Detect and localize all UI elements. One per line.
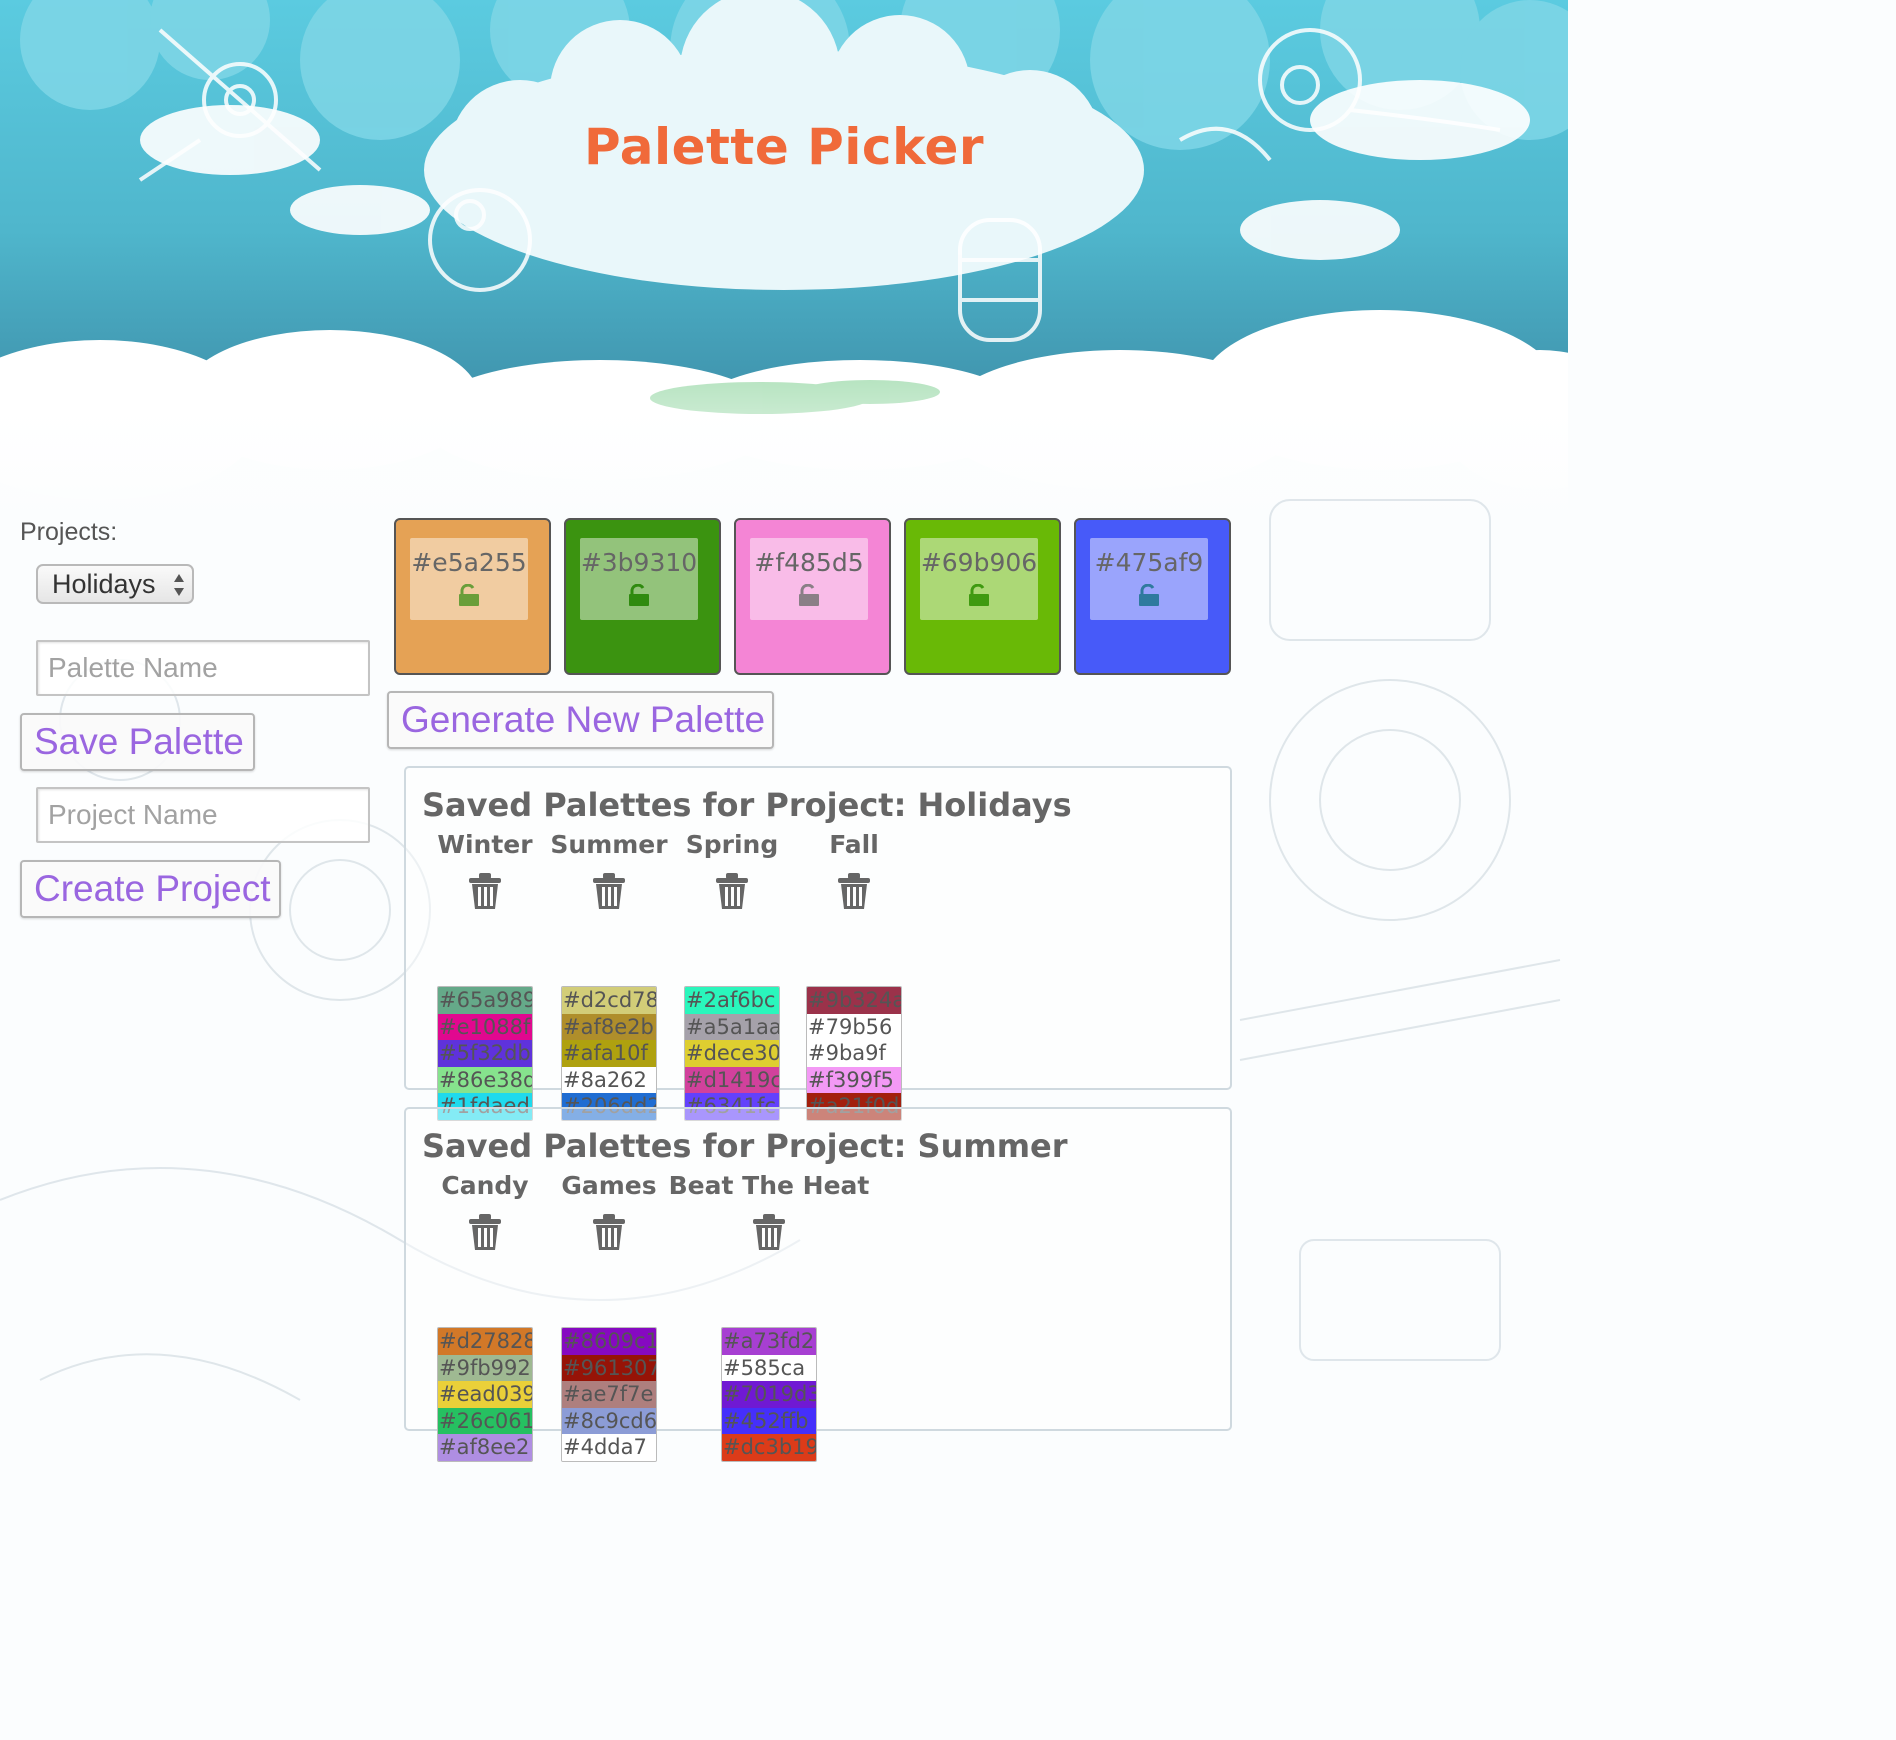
saved-palette-name: Games (561, 1171, 657, 1200)
swatch-label-box: #e5a255 (410, 538, 528, 620)
project-select-value: Holidays (52, 569, 156, 599)
saved-palette-name: Candy (441, 1171, 529, 1200)
mini-palette-color[interactable]: #4dda7 (562, 1434, 656, 1461)
mini-palette-color[interactable]: #dc3b19 (722, 1434, 816, 1461)
save-palette-button[interactable]: Save Palette (20, 713, 255, 771)
project-panel-holidays: Saved Palettes for Project: Holidays Win… (404, 766, 1232, 1121)
mini-palette: #d27828 #9fb992 #ead039 #26c061 #af8ee2 (437, 1327, 533, 1462)
swatch-label-box: #3b9310 (580, 538, 698, 620)
color-swatch-5[interactable]: #475af9 (1074, 518, 1231, 675)
generate-palette-button[interactable]: Generate New Palette (387, 691, 774, 749)
mini-palette-color[interactable]: #afa10f (562, 1040, 656, 1067)
mini-palette-color[interactable]: #9ba9f (807, 1040, 901, 1067)
mini-palette: #8609c1 #961307 #ae7f7e #8c9cd6 #4dda7 (561, 1327, 657, 1462)
mini-palette-color[interactable]: #961307 (562, 1354, 656, 1381)
mini-palette-color[interactable]: #8a262 (562, 1066, 656, 1093)
project-panel-title: Saved Palettes for Project: Holidays (422, 786, 1072, 824)
select-arrows-icon (174, 574, 184, 596)
mini-palette-color[interactable]: #8c9cd6 (562, 1407, 656, 1434)
mini-palette-color[interactable]: #af8e2b (562, 1013, 656, 1040)
page-title: Palette Picker (583, 118, 985, 176)
mini-palette-color[interactable]: #65a989 (438, 987, 532, 1014)
saved-palette-name: Winter (437, 830, 533, 859)
unlock-icon[interactable] (458, 584, 480, 606)
unlock-icon[interactable] (628, 584, 650, 606)
color-swatch-4[interactable]: #69b906 (904, 518, 1061, 675)
swatch-hex: #e5a255 (411, 548, 527, 577)
header-cloud-art (0, 0, 1568, 520)
mini-palette-color[interactable]: #26c061 (438, 1407, 532, 1434)
mini-palette-color[interactable]: #a73fd2 (722, 1328, 816, 1355)
header-banner (0, 0, 1568, 520)
trash-icon[interactable] (714, 872, 750, 910)
swatch-label-box: #f485d5 (750, 538, 868, 620)
mini-palette-color[interactable]: #ae7f7e (562, 1381, 656, 1408)
mini-palette: #65a989 #e1088f #5f32db #86e38d #1fdaed (437, 986, 533, 1121)
mini-palette-color[interactable]: #2af6bc (685, 987, 779, 1014)
mini-palette-color[interactable]: #9b324a (807, 987, 901, 1014)
mini-palette: #2af6bc #a5a1aa #dece30 #d1419c #6341fc (684, 986, 780, 1121)
mini-palette-color[interactable]: #8609c1 (562, 1328, 656, 1355)
saved-palette-name: Beat The Heat (668, 1171, 870, 1200)
unlock-icon[interactable] (798, 584, 820, 606)
mini-palette-color[interactable]: #d1419c (685, 1066, 779, 1093)
mini-palette-color[interactable]: #79b56 (807, 1013, 901, 1040)
mini-palette-color[interactable]: #f399f5 (807, 1066, 901, 1093)
mini-palette-color[interactable]: #ead039 (438, 1381, 532, 1408)
color-swatch-2[interactable]: #3b9310 (564, 518, 721, 675)
mini-palette-color[interactable]: #7019d3 (722, 1381, 816, 1408)
project-panel-summer: Saved Palettes for Project: Summer Candy… (404, 1107, 1232, 1462)
mini-palette-color[interactable]: #585ca (722, 1354, 816, 1381)
color-swatch-1[interactable]: #e5a255 (394, 518, 551, 675)
project-panel-title: Saved Palettes for Project: Summer (422, 1127, 1068, 1165)
saved-palette-name: Summer (550, 830, 668, 859)
saved-palette-name: Fall (829, 830, 879, 859)
project-select[interactable]: Holidays (36, 564, 194, 604)
palette-name-input[interactable] (36, 640, 370, 696)
mini-palette-color[interactable]: #86e38d (438, 1066, 532, 1093)
swatch-hex: #3b9310 (580, 548, 698, 577)
mini-palette: #a73fd2 #585ca #7019d3 #452ffb #dc3b19 (721, 1327, 817, 1462)
projects-label: Projects: (20, 518, 118, 546)
swatch-hex: #475af9 (1094, 548, 1204, 577)
mini-palette-color[interactable]: #d2cd78 (562, 987, 656, 1014)
swatch-label-box: #69b906 (920, 538, 1038, 620)
swatch-label-box: #475af9 (1090, 538, 1208, 620)
mini-palette: #d2cd78 #af8e2b #afa10f #8a262 #206dd2 (561, 986, 657, 1121)
swatch-hex: #f485d5 (754, 548, 864, 577)
unlock-icon[interactable] (968, 584, 990, 606)
mini-palette-color[interactable]: #9fb992 (438, 1354, 532, 1381)
mini-palette-color[interactable]: #af8ee2 (438, 1434, 532, 1461)
swatch-hex: #69b906 (920, 548, 1038, 577)
mini-palette-color[interactable]: #452ffb (722, 1407, 816, 1434)
mini-palette-color[interactable]: #5f32db (438, 1040, 532, 1067)
trash-icon[interactable] (467, 1213, 503, 1251)
project-name-input[interactable] (36, 787, 370, 843)
trash-icon[interactable] (751, 1213, 787, 1251)
mini-palette-color[interactable]: #d27828 (438, 1328, 532, 1355)
mini-palette-color[interactable]: #e1088f (438, 1013, 532, 1040)
mini-palette-color[interactable]: #dece30 (685, 1040, 779, 1067)
color-swatch-3[interactable]: #f485d5 (734, 518, 891, 675)
unlock-icon[interactable] (1138, 584, 1160, 606)
trash-icon[interactable] (591, 1213, 627, 1251)
mini-palette-color[interactable]: #a5a1aa (685, 1013, 779, 1040)
trash-icon[interactable] (836, 872, 872, 910)
trash-icon[interactable] (467, 872, 503, 910)
trash-icon[interactable] (591, 872, 627, 910)
create-project-button[interactable]: Create Project (20, 860, 281, 918)
mini-palette: #9b324a #79b56 #9ba9f #f399f5 #a21f0d (806, 986, 902, 1121)
saved-palette-name: Spring (685, 830, 779, 859)
